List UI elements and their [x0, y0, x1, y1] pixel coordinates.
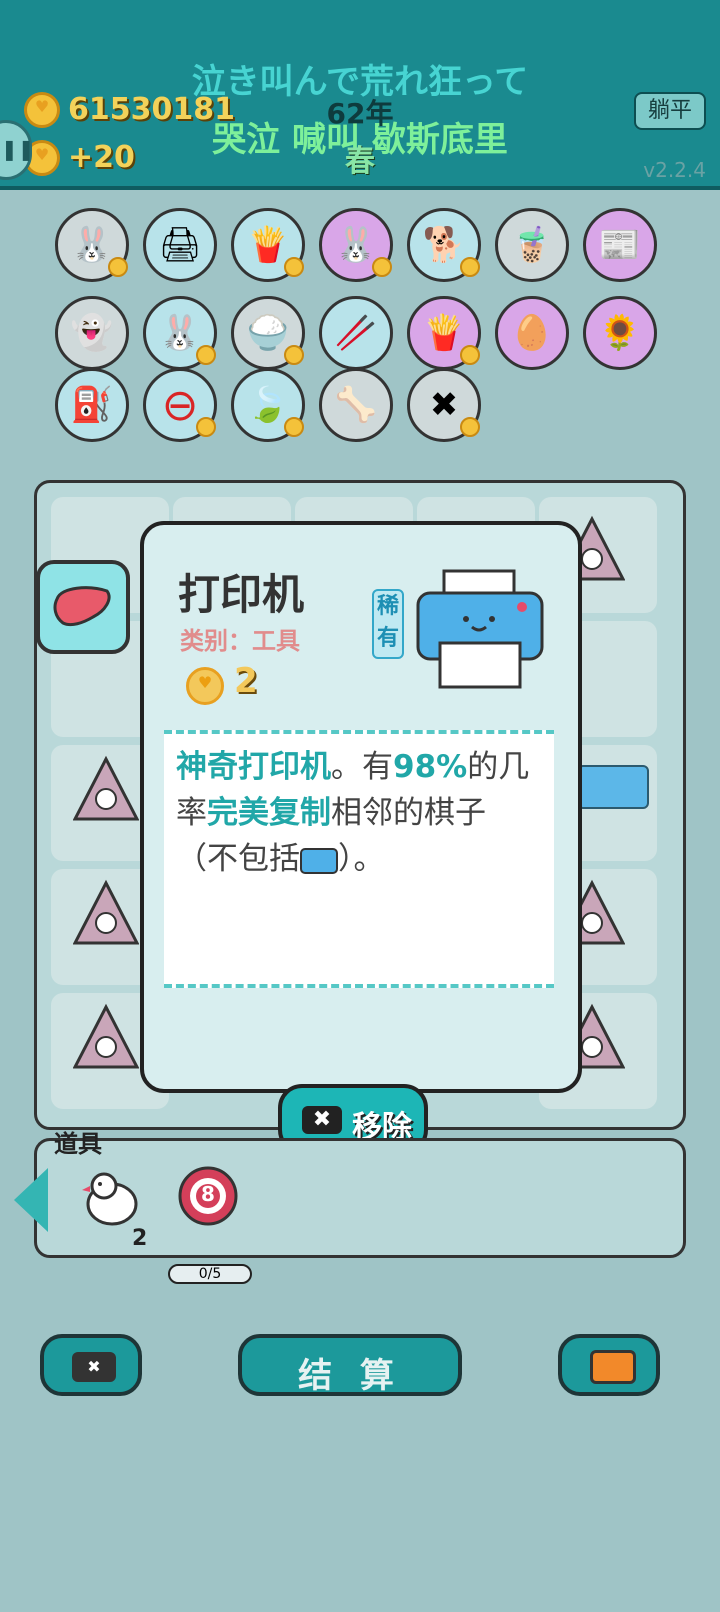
item-detail-modal: 打印机 类别：工具 2 稀有 神奇打印机。有98%的几率完美复制相邻的棋子（不包… — [140, 521, 582, 1093]
item-time-magazine-icon[interactable]: 📰 — [583, 208, 657, 282]
item-rabbit-icon[interactable]: 🐰 — [55, 208, 129, 282]
delete-tag-icon: ✖ — [302, 1106, 342, 1134]
year-label: 62年 — [326, 97, 394, 130]
printer-piece-icon — [577, 765, 649, 809]
lie-flat-button[interactable]: 躺平 — [634, 92, 706, 130]
printer-icon — [416, 569, 544, 689]
delete-tag-icon: ✖ — [72, 1352, 116, 1382]
printer-inline-icon — [300, 847, 338, 874]
tent-icon — [73, 755, 139, 821]
item-boba-icon[interactable]: 🧋 — [495, 208, 569, 282]
pigeon-count: 2 — [132, 1226, 148, 1251]
item-delete-tag-icon[interactable]: ✖ — [407, 368, 481, 442]
item-ghost-icon[interactable]: 👻 — [55, 296, 129, 370]
target-progress: 0/5 — [168, 1264, 252, 1284]
desc-highlight: 完美复制 — [207, 795, 331, 831]
tent-icon — [73, 879, 139, 945]
delete-button[interactable]: ✖ — [40, 1334, 142, 1396]
item-category: 类别：工具 — [180, 627, 300, 655]
version-label: v2.2.4 — [643, 158, 706, 182]
description-box: 神奇打印机。有98%的几率完美复制相邻的棋子（不包括）。 — [164, 730, 554, 988]
item-description: 神奇打印机。有98%的几率完美复制相邻的棋子（不包括）。 — [176, 744, 546, 882]
item-dog-bowl-icon[interactable]: 🦴 — [319, 368, 393, 442]
liver-icon[interactable] — [36, 560, 130, 654]
rarity-badge: 稀有 — [372, 589, 404, 659]
pigeon-icon[interactable] — [82, 1166, 142, 1232]
desc-text: 。有 — [331, 749, 393, 785]
item-rice-bowl-icon[interactable]: 🍚 — [231, 296, 305, 370]
desc-highlight: 神奇打印机 — [176, 749, 331, 785]
tent-icon — [73, 1003, 139, 1069]
item-fries-purple-icon[interactable]: 🍟 — [407, 296, 481, 370]
tools-label: 道具 — [54, 1130, 102, 1158]
item-rabbit-purple-icon[interactable]: 🐰 — [319, 208, 393, 282]
price-coin-icon — [186, 667, 224, 705]
settle-label: 结 算 — [298, 1356, 402, 1396]
desc-highlight: 98% — [393, 749, 468, 785]
target-number: 8 — [201, 1182, 215, 1206]
item-minus-icon[interactable]: ⊖ — [143, 368, 217, 442]
top-bar: 泣き叫んで荒れ狂って 哭泣 喊叫 歇斯底里 61530181 +20 62年 春… — [0, 0, 720, 190]
arrow-left-icon[interactable] — [14, 1168, 48, 1232]
item-egg-icon[interactable]: 🥚 — [495, 296, 569, 370]
briefcase-icon — [590, 1350, 636, 1384]
item-fries-icon[interactable]: 🍟 — [231, 208, 305, 282]
item-leaf-icon[interactable]: 🍃 — [231, 368, 305, 442]
desc-text: ）。 — [338, 841, 385, 877]
item-husky-icon[interactable]: 🐕 — [407, 208, 481, 282]
item-printer-icon[interactable]: 🖨 — [143, 208, 217, 282]
item-rabbit-blue-icon[interactable]: 🐰 — [143, 296, 217, 370]
settle-button[interactable]: 结 算 — [238, 1334, 462, 1396]
item-chopsticks-icon[interactable]: 🥢 — [319, 296, 393, 370]
item-title: 打印机 — [178, 570, 305, 619]
briefcase-button[interactable] — [558, 1334, 660, 1396]
item-sunflower-icon[interactable]: 🌻 — [583, 296, 657, 370]
item-price: 2 — [234, 661, 258, 701]
season-label: 春 — [345, 144, 375, 179]
item-pump-icon[interactable]: ⛽ — [55, 368, 129, 442]
